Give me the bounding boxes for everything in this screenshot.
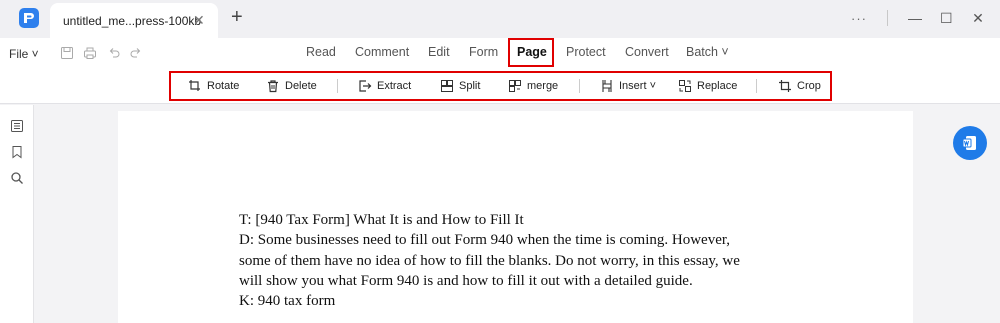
menu-bar: File ˅ Read Comment Edit Form Page Prote… xyxy=(0,38,1000,68)
search-icon[interactable] xyxy=(10,171,24,185)
title-bar: untitled_me...press-100kb ✕ + ··· — ☐ ✕ xyxy=(0,0,1000,38)
split-label: Split xyxy=(459,80,481,92)
window-controls: ··· — ☐ ✕ xyxy=(851,9,984,27)
trash-icon xyxy=(268,80,278,93)
merge-label: merge xyxy=(527,80,559,92)
rotate-button[interactable]: Rotate xyxy=(188,78,239,94)
menu-protect[interactable]: Protect xyxy=(566,45,606,59)
new-tab-button[interactable]: + xyxy=(231,6,243,29)
page-toolbar: Rotate Delete Extract Split merge Insert… xyxy=(0,68,1000,104)
title-line: T: [940 Tax Form] What It is and How to … xyxy=(239,212,524,228)
document-text[interactable]: T: [940 Tax Form] What It is and How to … xyxy=(239,210,794,311)
divider xyxy=(887,10,888,26)
tab-close-icon[interactable]: ✕ xyxy=(193,12,205,29)
insert-icon xyxy=(602,80,612,92)
merge-button[interactable]: merge xyxy=(508,78,558,94)
extract-icon xyxy=(359,80,372,92)
description-line: some of them have no idea of how to fill… xyxy=(239,252,740,269)
bookmark-icon[interactable] xyxy=(10,145,24,159)
split-button[interactable]: Split xyxy=(440,78,480,94)
menu-batch[interactable]: Batch ˅ xyxy=(686,45,729,59)
delete-label: Delete xyxy=(285,80,317,92)
extract-label: Extract xyxy=(377,80,412,92)
minimize-button[interactable]: — xyxy=(908,11,922,25)
description-line: D: Some businesses need to fill out Form… xyxy=(239,232,731,249)
menu-read[interactable]: Read xyxy=(306,45,336,59)
tab-title: untitled_me...press-100kb xyxy=(63,14,202,28)
page-tab-highlight xyxy=(508,38,554,67)
toolbar-divider xyxy=(337,79,338,93)
crop-icon xyxy=(779,80,791,92)
replace-label: Replace xyxy=(697,80,738,92)
toolbar-divider xyxy=(579,79,580,93)
maximize-button[interactable]: ☐ xyxy=(940,11,953,25)
menu-convert[interactable]: Convert xyxy=(625,45,669,59)
word-icon xyxy=(962,136,976,150)
toolbar-divider xyxy=(756,79,757,93)
main-menu: Read Comment Edit Form Page Protect Conv… xyxy=(0,38,1000,68)
insert-label: Insert ˅ xyxy=(619,80,656,92)
insert-button[interactable]: Insert ˅ xyxy=(600,78,656,94)
close-window-button[interactable]: ✕ xyxy=(972,11,984,25)
menu-edit[interactable]: Edit xyxy=(428,45,450,59)
delete-button[interactable]: Delete xyxy=(266,78,317,94)
menu-form[interactable]: Form xyxy=(469,45,498,59)
more-options-icon[interactable]: ··· xyxy=(851,11,867,26)
keyword-line: K: 940 tax form xyxy=(239,293,336,310)
crop-label: Crop xyxy=(797,80,821,92)
app-logo-icon xyxy=(19,8,39,28)
replace-icon xyxy=(679,80,691,92)
rotate-label: Rotate xyxy=(207,80,240,92)
thumbnails-icon[interactable] xyxy=(10,119,24,133)
merge-icon xyxy=(509,80,521,92)
replace-button[interactable]: Replace xyxy=(678,78,737,94)
crop-button[interactable]: Crop xyxy=(778,78,821,94)
left-sidebar xyxy=(0,105,34,323)
description-line: will show you what Form 940 is and how t… xyxy=(239,272,693,289)
rotate-icon xyxy=(189,80,200,91)
split-icon xyxy=(441,80,453,92)
menu-comment[interactable]: Comment xyxy=(355,45,409,59)
convert-to-word-button[interactable] xyxy=(953,126,987,160)
extract-button[interactable]: Extract xyxy=(358,78,411,94)
document-tab[interactable]: untitled_me...press-100kb ✕ xyxy=(50,3,218,38)
